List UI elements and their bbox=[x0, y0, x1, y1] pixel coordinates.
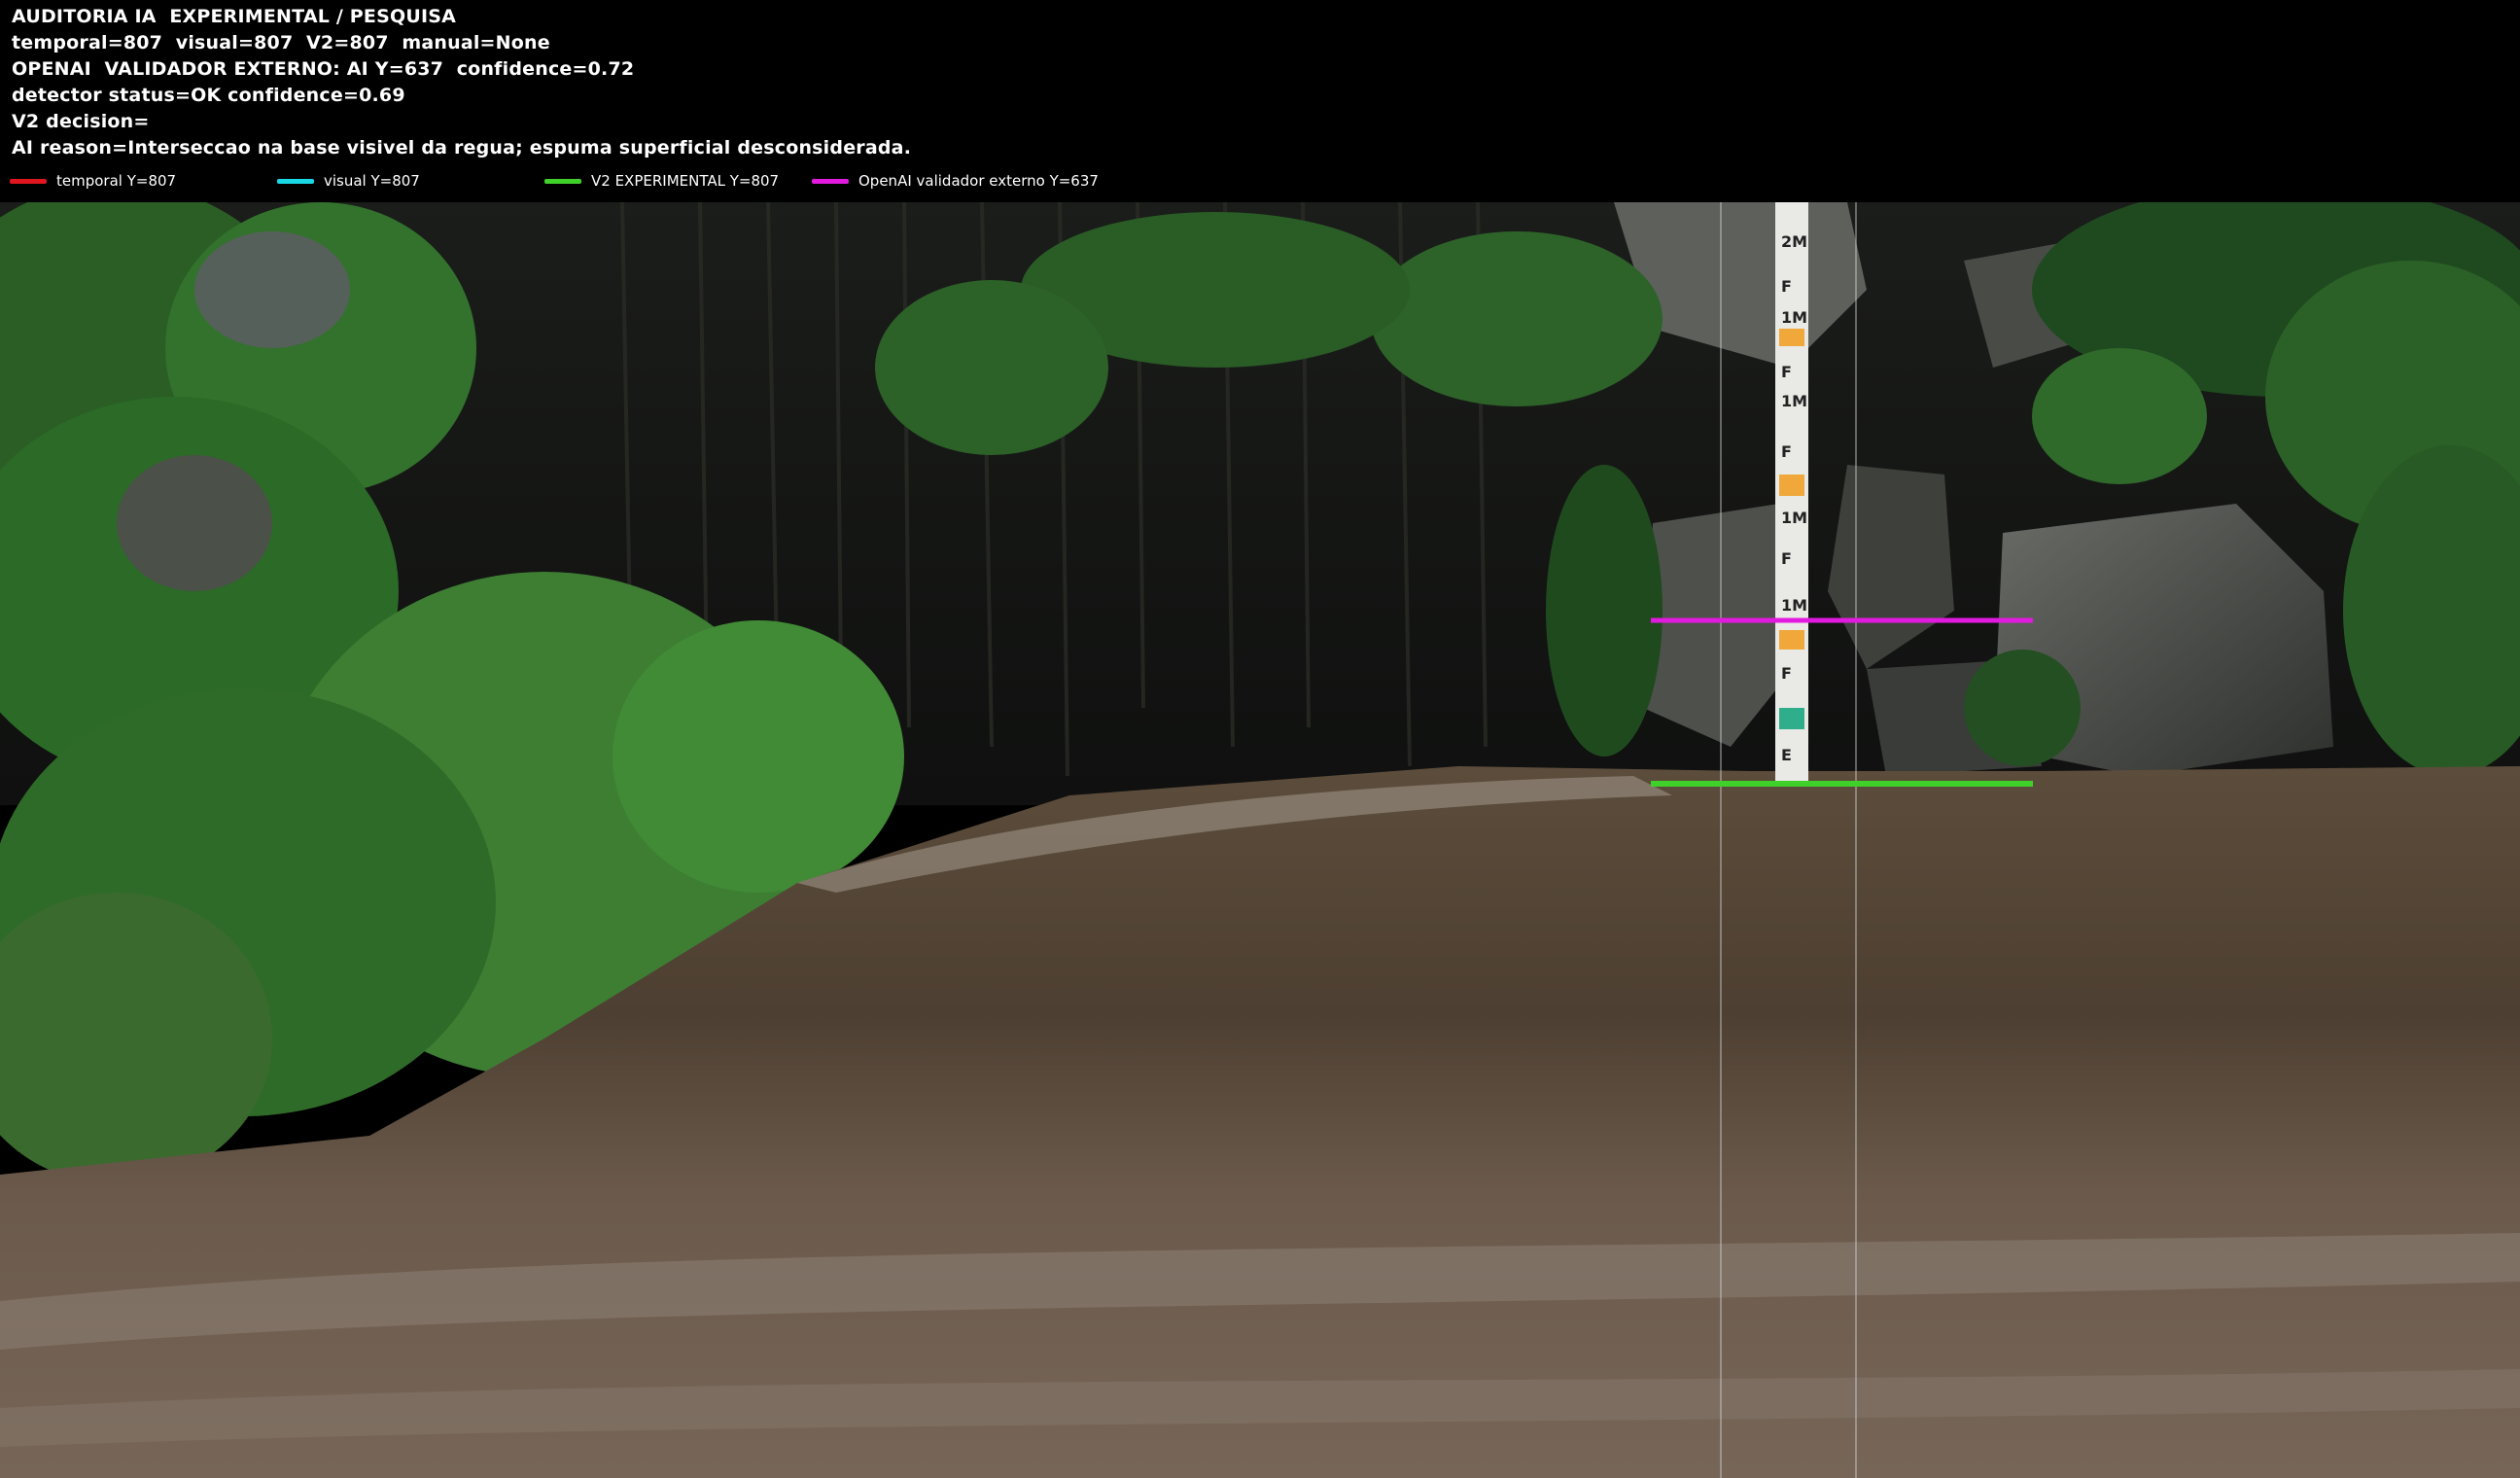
gauge-mark-5: F bbox=[1781, 442, 1792, 461]
gauge-mark-4: 1M bbox=[1781, 392, 1807, 410]
header-title: AUDITORIA IA EXPERIMENTAL / PESQUISA bbox=[12, 6, 457, 27]
legend-swatch-visual bbox=[277, 178, 314, 184]
legend-label-openai: OpenAI validador externo Y=637 bbox=[858, 172, 1099, 190]
gauge-mark-1: F bbox=[1781, 277, 1792, 296]
header-reason-line: AI reason=Interseccao na base visivel da… bbox=[12, 137, 912, 158]
gauge-mark-8: 1M bbox=[1781, 596, 1807, 615]
legend-label-temporal: temporal Y=807 bbox=[56, 172, 177, 190]
gauge-mark-9: F bbox=[1781, 664, 1792, 683]
legend-swatch-openai bbox=[812, 178, 849, 184]
legend-item-v2: V2 EXPERIMENTAL Y=807 bbox=[544, 169, 779, 193]
legend-swatch-temporal bbox=[10, 178, 47, 184]
gauge-mark-6: 1M bbox=[1781, 509, 1807, 527]
gauge-mark-3: F bbox=[1781, 363, 1792, 381]
legend-label-v2: V2 EXPERIMENTAL Y=807 bbox=[591, 172, 780, 190]
header-detector-line: detector status=OK confidence=0.69 bbox=[12, 85, 405, 106]
gauge-mark-2: 1M bbox=[1781, 308, 1807, 327]
staff-gauge: 2M F 1M F 1M F 1M F 1M F E bbox=[1775, 202, 1808, 782]
legend-item-visual: visual Y=807 bbox=[277, 169, 420, 193]
audit-header: AUDITORIA IA EXPERIMENTAL / PESQUISA tem… bbox=[0, 0, 2520, 202]
legend-item-temporal: temporal Y=807 bbox=[10, 169, 176, 193]
legend-item-openai: OpenAI validador externo Y=637 bbox=[812, 169, 1099, 193]
gauge-mark-0: 2M bbox=[1781, 232, 1807, 251]
header-values-line: temporal=807 visual=807 V2=807 manual=No… bbox=[12, 32, 550, 53]
gauge-mark-7: F bbox=[1781, 549, 1792, 568]
legend-swatch-v2 bbox=[544, 178, 581, 184]
river-camera-frame: 2M F 1M F 1M F 1M F 1M F E bbox=[0, 202, 2520, 1478]
header-openai-line: OPENAI VALIDADOR EXTERNO: AI Y=637 confi… bbox=[12, 58, 635, 80]
header-decision-line: V2 decision= bbox=[12, 111, 150, 132]
river-scene-image: 2M F 1M F 1M F 1M F 1M F E bbox=[0, 202, 2520, 1478]
gauge-mark-10: E bbox=[1781, 746, 1792, 764]
legend-label-visual: visual Y=807 bbox=[324, 172, 420, 190]
